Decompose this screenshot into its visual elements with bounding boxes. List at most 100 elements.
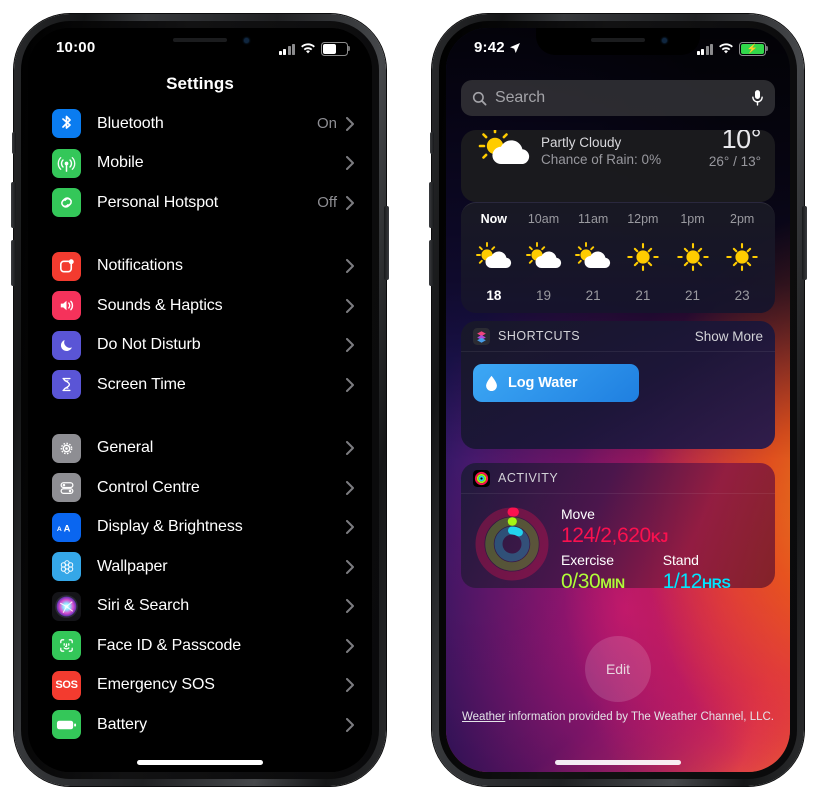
- sidebar-item-bluetooth[interactable]: Bluetooth On: [28, 104, 372, 144]
- weather-link[interactable]: Weather: [462, 711, 505, 723]
- hour-item: 11am 21: [568, 212, 618, 303]
- weather-temps: 10° 26° / 13°: [709, 130, 762, 170]
- settings-group-connectivity: Bluetooth On Mobile Personal Hotspot Off: [28, 104, 372, 223]
- hour-item: Now 18: [469, 212, 519, 303]
- sidebar-item-battery[interactable]: Battery: [28, 705, 372, 745]
- chevron-right-icon: [346, 717, 354, 732]
- weather-text: Partly Cloudy Chance of Rain: 0%: [541, 134, 661, 168]
- status-indicators-right: ⚡: [696, 42, 769, 56]
- sidebar-item-mobile[interactable]: Mobile: [28, 144, 372, 184]
- notifications-icon: [52, 251, 81, 281]
- notch-left: [118, 28, 282, 55]
- sidebar-item-label: Screen Time: [97, 375, 186, 393]
- hour-item: 12pm 21: [618, 212, 668, 303]
- hour-temp: 19: [535, 288, 552, 303]
- exercise-unit: MIN: [600, 575, 625, 588]
- search-input[interactable]: Search: [461, 80, 775, 116]
- sidebar-item-label: Wallpaper: [97, 557, 168, 575]
- weather-hourly-forecast[interactable]: Now 18 10am 19 11am 21 12pm 21 1pm 21 2p…: [461, 202, 775, 313]
- shortcuts-body: Log Water: [461, 352, 775, 414]
- activity-rings-icon: [473, 469, 490, 487]
- battery-charging-icon: ⚡: [739, 42, 769, 56]
- today-view: 9:42 ⚡ Search Partly Cloudy Chance of Ra…: [446, 28, 790, 772]
- sidebar-item-sounds-haptics[interactable]: Sounds & Haptics: [28, 286, 372, 326]
- chevron-right-icon: [346, 377, 354, 392]
- siri-search-icon: [52, 591, 81, 621]
- notch-right: [536, 28, 700, 55]
- volume-up-button-right[interactable]: [429, 182, 434, 228]
- chevron-right-icon: [346, 559, 354, 574]
- sidebar-item-control-centre[interactable]: Control Centre: [28, 468, 372, 508]
- sidebar-item-emergency-sos[interactable]: SOS Emergency SOS: [28, 666, 372, 706]
- move-unit: KJ: [650, 529, 669, 545]
- face-id-passcode-icon: [52, 631, 81, 661]
- edit-button[interactable]: Edit: [585, 636, 651, 702]
- stand-metric: Stand 1/12HRS: [663, 552, 731, 588]
- sidebar-item-personal-hotspot[interactable]: Personal Hotspot Off: [28, 183, 372, 223]
- sidebar-item-wallpaper[interactable]: Wallpaper: [28, 547, 372, 587]
- general-settings-icon: [52, 433, 81, 463]
- front-camera-icon: [244, 38, 249, 43]
- svg-text:A: A: [56, 526, 61, 533]
- sun-behind-cloud-icon: [475, 241, 513, 273]
- sidebar-item-general[interactable]: General: [28, 429, 372, 469]
- bluetooth-icon: [52, 109, 81, 139]
- settings-app: 10:00 Settings Bluetooth On Mobile Perso…: [28, 28, 372, 772]
- screen-right: 9:42 ⚡ Search Partly Cloudy Chance of Ra…: [446, 28, 790, 772]
- volume-down-button-right[interactable]: [429, 240, 434, 286]
- hour-temp: 21: [635, 288, 651, 303]
- activity-metrics: Move 124/2,620KJ Exercise 0/30MIN Stand …: [561, 502, 731, 588]
- home-indicator-right[interactable]: [555, 760, 681, 765]
- mute-switch-left[interactable]: [12, 132, 16, 154]
- weather-rain-chance: Chance of Rain: 0%: [541, 152, 662, 167]
- mute-switch-right[interactable]: [430, 132, 434, 154]
- sidebar-item-label: Siri & Search: [97, 597, 190, 615]
- volume-up-button-left[interactable]: [11, 182, 16, 228]
- hour-time: Now: [480, 212, 508, 226]
- settings-list[interactable]: Bluetooth On Mobile Personal Hotspot Off…: [28, 104, 372, 769]
- chevron-right-icon: [346, 298, 354, 313]
- charging-bolt-icon: ⚡: [746, 43, 759, 54]
- sidebar-item-screen-time[interactable]: Screen Time: [28, 365, 372, 405]
- sidebar-item-display-brightness[interactable]: A A Display & Brightness: [28, 508, 372, 548]
- battery-settings-icon: [52, 710, 81, 740]
- sidebar-item-siri-search[interactable]: Siri & Search: [28, 587, 372, 627]
- activity-body: Move 124/2,620KJ Exercise 0/30MIN Stand …: [461, 494, 775, 588]
- chevron-right-icon: [346, 520, 354, 535]
- chevron-right-icon: [346, 480, 354, 495]
- shortcut-log-water-button[interactable]: Log Water: [473, 364, 639, 402]
- chevron-right-icon: [346, 195, 354, 210]
- status-indicators-left: [278, 42, 351, 56]
- power-button-left[interactable]: [384, 206, 389, 280]
- activity-widget[interactable]: ACTIVITY Move 124/2,620KJ Exercise 0/30M…: [461, 463, 775, 588]
- status-time: 9:42: [474, 39, 505, 56]
- weather-condition: Partly Cloudy: [541, 135, 622, 150]
- wifi-icon: [301, 43, 315, 54]
- sidebar-item-label: Notifications: [97, 257, 183, 275]
- personal-hotspot-icon: [52, 188, 81, 218]
- chevron-right-icon: [346, 259, 354, 274]
- hour-temp: 18: [486, 288, 502, 303]
- sidebar-item-notifications[interactable]: Notifications: [28, 247, 372, 287]
- chevron-right-icon: [346, 156, 354, 171]
- weather-attribution: Weather information provided by The Weat…: [446, 711, 790, 723]
- weather-widget[interactable]: Partly Cloudy Chance of Rain: 0% 10° 26°…: [461, 130, 775, 202]
- sidebar-item-do-not-disturb[interactable]: Do Not Disturb: [28, 326, 372, 366]
- show-more-button[interactable]: Show More: [695, 329, 763, 344]
- sidebar-item-label: General: [97, 439, 154, 457]
- sun-behind-cloud-icon: [574, 241, 612, 273]
- volume-down-button-left[interactable]: [11, 240, 16, 286]
- status-time: 10:00: [56, 39, 96, 56]
- shortcuts-widget[interactable]: SHORTCUTS Show More Log Water: [461, 321, 775, 449]
- chevron-right-icon: [346, 599, 354, 614]
- search-placeholder: Search: [495, 89, 546, 106]
- microphone-icon[interactable]: [751, 89, 764, 107]
- control-centre-icon: [52, 473, 81, 503]
- status-time-container: 9:42: [474, 39, 521, 56]
- sidebar-item-face-id-passcode[interactable]: Face ID & Passcode: [28, 626, 372, 666]
- stand-number: 1/12: [662, 570, 703, 588]
- earpiece-speaker: [173, 38, 227, 42]
- hour-time: 1pm: [680, 212, 705, 226]
- power-button-right[interactable]: [802, 206, 807, 280]
- home-indicator-left[interactable]: [137, 760, 263, 765]
